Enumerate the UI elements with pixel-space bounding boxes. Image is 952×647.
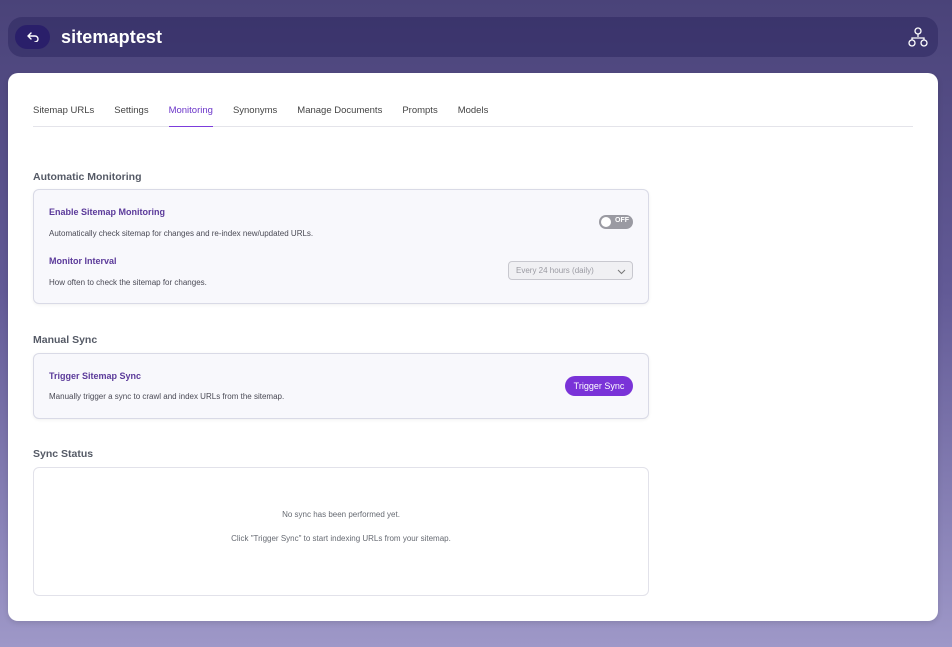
toggle-knob — [601, 217, 611, 227]
manual-sync-title: Manual Sync — [33, 334, 98, 346]
sync-status-panel: No sync has been performed yet. Click "T… — [33, 467, 649, 596]
tab-bar: Sitemap URLs Settings Monitoring Synonym… — [33, 99, 913, 127]
chevron-down-icon — [617, 269, 626, 275]
manual-sync-panel: Trigger Sitemap Sync Manually trigger a … — [33, 353, 649, 419]
tab-settings[interactable]: Settings — [114, 99, 148, 127]
tab-manage-documents[interactable]: Manage Documents — [297, 99, 382, 127]
tab-models[interactable]: Models — [458, 99, 489, 127]
sitemap-tree-icon[interactable] — [908, 27, 928, 47]
main-card: Sitemap URLs Settings Monitoring Synonym… — [8, 73, 938, 621]
trigger-sitemap-sync-label: Trigger Sitemap Sync — [49, 371, 142, 381]
sync-status-hint: Click "Trigger Sync" to start indexing U… — [231, 534, 451, 543]
enable-monitoring-desc: Automatically check sitemap for changes … — [49, 229, 314, 238]
enable-monitoring-label: Enable Sitemap Monitoring — [49, 207, 166, 217]
tab-synonyms[interactable]: Synonyms — [233, 99, 277, 127]
back-button[interactable] — [15, 25, 50, 49]
top-bar: sitemaptest — [8, 17, 938, 57]
automatic-monitoring-panel: Enable Sitemap Monitoring Automatically … — [33, 189, 649, 304]
tab-monitoring[interactable]: Monitoring — [168, 99, 213, 127]
toggle-state: OFF — [615, 217, 629, 224]
monitor-interval-label: Monitor Interval — [49, 256, 117, 266]
automatic-monitoring-title: Automatic Monitoring — [33, 171, 142, 183]
sync-status-title: Sync Status — [33, 448, 94, 460]
back-arrow-icon — [26, 32, 39, 42]
sync-status-message: No sync has been performed yet. — [282, 510, 400, 519]
monitor-interval-desc: How often to check the sitemap for chang… — [49, 278, 207, 287]
monitor-interval-select[interactable]: Every 24 hours (daily) — [508, 261, 633, 280]
monitor-interval-value: Every 24 hours (daily) — [516, 266, 594, 275]
page-title: sitemaptest — [61, 26, 163, 47]
monitoring-toggle[interactable]: OFF — [599, 215, 633, 229]
tab-sitemap-urls[interactable]: Sitemap URLs — [33, 99, 94, 127]
trigger-sync-button[interactable]: Trigger Sync — [565, 376, 633, 396]
tab-prompts[interactable]: Prompts — [402, 99, 437, 127]
trigger-sitemap-sync-desc: Manually trigger a sync to crawl and ind… — [49, 392, 285, 401]
